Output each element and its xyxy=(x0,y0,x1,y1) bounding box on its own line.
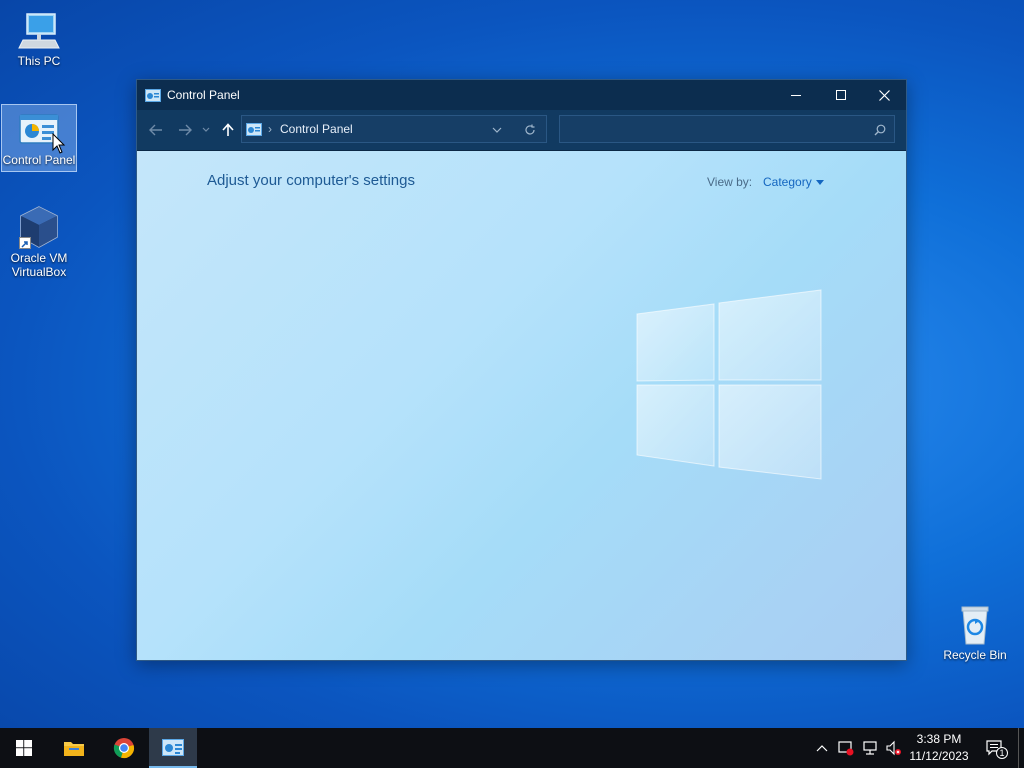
this-pc-icon xyxy=(17,8,61,52)
view-by-label: View by: xyxy=(707,175,753,189)
back-arrow-icon xyxy=(149,124,162,136)
mouse-cursor-icon xyxy=(52,133,66,154)
window-title: Control Panel xyxy=(167,88,240,102)
this-pc-label: This PC xyxy=(17,54,61,68)
desktop-icon-recycle-bin[interactable]: Recycle Bin xyxy=(937,600,1013,670)
recent-locations-button[interactable] xyxy=(199,120,213,140)
taskbar-chrome[interactable] xyxy=(100,728,148,768)
start-button[interactable] xyxy=(0,728,48,768)
chevron-down-icon xyxy=(492,127,502,133)
virtualbox-icon xyxy=(17,205,61,249)
system-clock[interactable]: 3:38 PM 11/12/2023 xyxy=(905,731,973,765)
chrome-icon xyxy=(113,738,134,759)
address-dropdown-button[interactable] xyxy=(490,123,504,137)
volume-muted-icon xyxy=(886,740,901,756)
close-button[interactable] xyxy=(862,80,907,110)
forward-arrow-icon xyxy=(179,124,192,136)
taskbar-control-panel[interactable] xyxy=(149,728,197,768)
shortcut-arrow-icon xyxy=(19,237,31,249)
desktop-icon-virtualbox[interactable]: Oracle VM VirtualBox xyxy=(1,203,77,287)
desktop-icon-control-panel[interactable]: Control Panel xyxy=(1,104,77,172)
search-input[interactable] xyxy=(566,120,866,138)
navigation-bar: › Control Panel xyxy=(137,110,906,151)
network-tray-button[interactable] xyxy=(862,740,878,756)
content-area: Adjust your computer's settings View by:… xyxy=(137,151,906,660)
clock-date: 11/12/2023 xyxy=(909,749,969,763)
show-hidden-icons-button[interactable] xyxy=(814,740,830,756)
desktop-icon-this-pc[interactable]: This PC xyxy=(1,6,77,74)
volume-tray-button[interactable] xyxy=(885,740,901,756)
search-box[interactable] xyxy=(559,115,895,143)
control-panel-icon xyxy=(162,738,184,756)
maximize-button[interactable] xyxy=(818,80,863,110)
up-button[interactable] xyxy=(218,120,238,140)
address-path[interactable]: Control Panel xyxy=(280,122,353,136)
start-icon xyxy=(16,740,32,756)
control-panel-title-icon xyxy=(145,88,161,102)
page-heading: Adjust your computer's settings xyxy=(207,172,415,189)
view-by-value[interactable]: Category xyxy=(763,175,812,189)
view-by-dropdown[interactable]: Category xyxy=(763,175,824,189)
address-separator[interactable]: › xyxy=(268,122,272,136)
virtualbox-label-line1: Oracle VM xyxy=(10,251,68,265)
refresh-button[interactable] xyxy=(522,122,538,138)
refresh-icon xyxy=(525,124,535,135)
chevron-up-icon xyxy=(816,745,828,752)
clock-time: 3:38 PM xyxy=(916,732,962,746)
taskbar: 3:38 PM 11/12/2023 1 xyxy=(0,728,1024,768)
security-tray-button[interactable] xyxy=(838,740,854,756)
title-bar[interactable]: Control Panel xyxy=(137,80,906,110)
caret-down-icon xyxy=(815,179,824,185)
minimize-button[interactable] xyxy=(773,80,818,110)
windows-logo-watermark-icon xyxy=(636,289,822,480)
up-arrow-icon xyxy=(222,123,234,136)
network-icon xyxy=(863,741,877,755)
back-button[interactable] xyxy=(146,120,166,140)
file-explorer-icon xyxy=(64,742,84,756)
chevron-down-icon xyxy=(202,127,210,132)
minimize-icon xyxy=(790,95,801,96)
forward-button[interactable] xyxy=(175,120,195,140)
close-icon xyxy=(879,89,890,101)
recycle-bin-icon xyxy=(953,602,997,646)
search-icon xyxy=(874,124,886,136)
control-panel-address-icon xyxy=(246,122,262,136)
taskbar-file-explorer[interactable] xyxy=(50,728,98,768)
control-panel-window[interactable]: Control Panel › Control Panel Adjust you… xyxy=(136,79,907,661)
control-panel-label: Control Panel xyxy=(2,153,76,167)
notification-count-badge: 1 xyxy=(996,747,1008,759)
action-center-button[interactable]: 1 xyxy=(984,738,1008,759)
address-bar[interactable]: › Control Panel xyxy=(241,115,547,143)
show-desktop-button[interactable] xyxy=(1018,728,1024,768)
maximize-icon xyxy=(835,90,846,100)
security-alert-icon xyxy=(838,741,854,756)
virtualbox-label-line2: VirtualBox xyxy=(11,265,67,279)
recycle-bin-label: Recycle Bin xyxy=(943,648,1007,662)
